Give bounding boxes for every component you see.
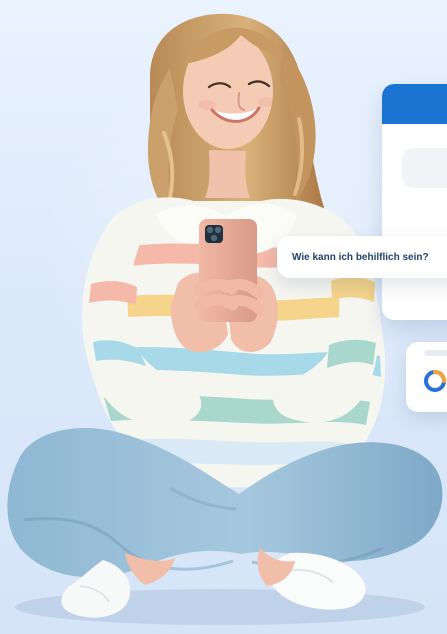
donut-chart-icon [424, 370, 446, 392]
app-header-bar [382, 84, 447, 124]
chat-message-bubble: Wie kann ich behilflich sein? [277, 236, 447, 278]
woman-with-phone-illustration [7, 13, 443, 625]
analytics-card [406, 342, 447, 412]
message-placeholder [402, 148, 447, 188]
chat-app-card [382, 84, 447, 320]
marketing-hero: Wie kann ich behilflich sein? [0, 0, 447, 634]
analytics-card-header [424, 350, 447, 356]
chat-message-text: Wie kann ich behilflich sein? [292, 251, 429, 263]
